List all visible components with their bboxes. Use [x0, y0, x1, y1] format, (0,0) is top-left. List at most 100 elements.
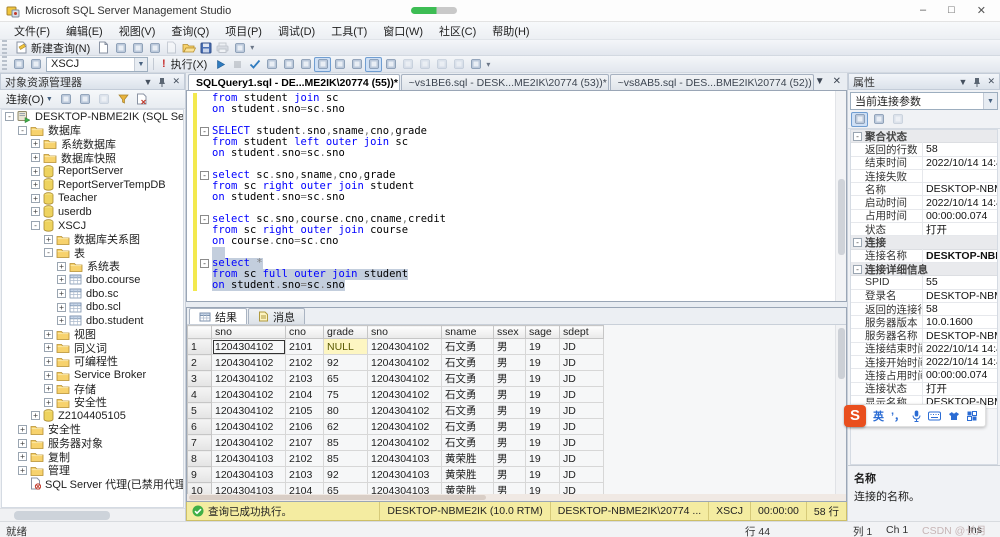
property-value[interactable]: 58	[923, 143, 997, 155]
grid-column-header[interactable]: sno	[368, 326, 442, 339]
ime-mic-icon[interactable]	[912, 410, 921, 422]
grid-cell[interactable]: 1204304103	[368, 467, 442, 483]
grid-cell[interactable]: 1204304102	[368, 435, 442, 451]
grid-cell[interactable]: 19	[526, 403, 560, 419]
grid-row-number[interactable]: 3	[188, 371, 212, 387]
property-value[interactable]: 10.0.1600	[923, 316, 997, 328]
grid-cell[interactable]: 19	[526, 355, 560, 371]
grid-cell[interactable]: 2107	[286, 435, 324, 451]
grid-cell[interactable]: 19	[526, 339, 560, 355]
grid-cell[interactable]: 19	[526, 435, 560, 451]
grid-cell[interactable]: 19	[526, 483, 560, 495]
grid-column-header[interactable]: sname	[442, 326, 494, 339]
tree-expander-icon[interactable]: +	[18, 425, 27, 434]
grid-cell[interactable]: 19	[526, 451, 560, 467]
tree-expander-icon[interactable]: +	[31, 207, 40, 216]
grid-cell[interactable]: 男	[494, 435, 526, 451]
sogou-logo-icon[interactable]: S	[844, 405, 866, 427]
grid-cell[interactable]: 19	[526, 419, 560, 435]
grid-cell[interactable]: 2104	[286, 483, 324, 495]
grid-cell[interactable]: 石文勇	[442, 371, 494, 387]
grid-cell[interactable]: JD	[560, 355, 604, 371]
grid-column-header[interactable]: sage	[526, 326, 560, 339]
grid-cell[interactable]: 男	[494, 451, 526, 467]
grid-cell[interactable]: 1204304102	[368, 387, 442, 403]
grid-row-number[interactable]: 1	[188, 339, 212, 355]
grid-cell[interactable]: 男	[494, 387, 526, 403]
editor-line[interactable]: on student.sno=sc.sno	[187, 104, 835, 115]
tree-item[interactable]: +ReportServer	[2, 164, 183, 178]
property-value[interactable]: DESKTOP-NBME2IK	[923, 183, 997, 195]
tree-item[interactable]: +Z2104405105	[2, 409, 183, 423]
grid-cell[interactable]: 2103	[286, 371, 324, 387]
fold-margin[interactable]: -	[197, 258, 212, 269]
tree-expander-icon[interactable]: +	[57, 316, 66, 325]
properties-section-header[interactable]: -连接详细信息	[851, 263, 997, 276]
filter-icon[interactable]	[115, 92, 132, 107]
tree-expander-icon[interactable]: +	[44, 384, 53, 393]
menu-v[interactable]: 视图(V)	[111, 21, 164, 41]
database-open-icon[interactable]	[129, 40, 146, 55]
intellisense-enabled-icon[interactable]	[280, 57, 297, 72]
available-objects-icon[interactable]	[27, 57, 44, 72]
menu-e[interactable]: 编辑(E)	[58, 21, 111, 41]
tree-item[interactable]: +dbo.course	[2, 273, 183, 287]
menu-p[interactable]: 项目(P)	[217, 21, 270, 41]
grid-cell[interactable]: JD	[560, 339, 604, 355]
grid-cell[interactable]: 75	[324, 387, 368, 403]
query-options-icon[interactable]	[263, 57, 280, 72]
specify-values-icon[interactable]	[467, 57, 484, 72]
tree-item[interactable]: +可编程性	[2, 355, 183, 369]
change-connection-icon[interactable]	[10, 57, 27, 72]
debug-play-icon[interactable]	[212, 57, 229, 72]
results-to-file-icon[interactable]	[382, 57, 399, 72]
maximize-button[interactable]: □	[948, 4, 955, 17]
grid-row-number[interactable]: 10	[188, 483, 212, 495]
property-value[interactable]: DESKTOP-NBME2IK	[923, 250, 997, 262]
grid-cell[interactable]: 1204304102	[368, 403, 442, 419]
tree-expander-icon[interactable]: -	[18, 126, 27, 135]
grid-cell[interactable]: 92	[324, 467, 368, 483]
close-button[interactable]: ✕	[977, 4, 986, 17]
grid-cell[interactable]: 1204304102	[212, 371, 286, 387]
tree-item[interactable]: SQL Server 代理(已禁用代理 XP)	[2, 477, 183, 491]
grid-cell[interactable]: 男	[494, 355, 526, 371]
grid-cell[interactable]: 石文勇	[442, 403, 494, 419]
results-tab-messages[interactable]: 消息	[248, 308, 305, 324]
grid-row-number[interactable]: 6	[188, 419, 212, 435]
analyze-query-icon[interactable]	[331, 57, 348, 72]
tree-expander-icon[interactable]: +	[31, 153, 40, 162]
tree-expander-icon[interactable]: +	[18, 439, 27, 448]
properties-close-icon[interactable]: ✕	[987, 76, 995, 87]
grid-row-number[interactable]: 2	[188, 355, 212, 371]
database-connect-icon[interactable]	[112, 40, 129, 55]
save-icon[interactable]	[197, 40, 214, 55]
grid-cell[interactable]: 1204304102	[368, 419, 442, 435]
properties-pin-icon[interactable]	[973, 77, 981, 87]
tree-expander-icon[interactable]: +	[57, 303, 66, 312]
grid-cell[interactable]: 65	[324, 483, 368, 495]
tree-item[interactable]: +安全性	[2, 395, 183, 409]
grid-cell[interactable]: JD	[560, 403, 604, 419]
document-tab-2[interactable]: ~vs1BE6.sql - DESK...ME2IK\20774 (53))*	[401, 74, 609, 90]
ime-skin-icon[interactable]	[948, 411, 960, 421]
grid-cell[interactable]: NULL	[324, 339, 368, 355]
property-value[interactable]: DESKTOP-NBME2IK	[923, 330, 997, 342]
property-value[interactable]: 2022/10/14 14:48:5	[923, 197, 997, 209]
tree-expander-icon[interactable]: +	[44, 371, 53, 380]
grid-cell[interactable]: 黄荣胜	[442, 451, 494, 467]
tree-expander-icon[interactable]: +	[44, 235, 53, 244]
section-expander-icon[interactable]: -	[853, 265, 862, 274]
grid-cell[interactable]: 石文勇	[442, 419, 494, 435]
grid-cell[interactable]: JD	[560, 467, 604, 483]
grid-cell[interactable]: 2102	[286, 451, 324, 467]
grid-cell[interactable]: JD	[560, 371, 604, 387]
grid-row-number[interactable]: 7	[188, 435, 212, 451]
tree-expander-icon[interactable]: +	[18, 452, 27, 461]
tree-expander-icon[interactable]: +	[57, 275, 66, 284]
grid-cell[interactable]: 2103	[286, 467, 324, 483]
grid-cell[interactable]: 男	[494, 403, 526, 419]
grid-cell[interactable]: 19	[526, 467, 560, 483]
grid-column-header[interactable]: cno	[286, 326, 324, 339]
editor-vscrollbar[interactable]	[835, 91, 846, 301]
